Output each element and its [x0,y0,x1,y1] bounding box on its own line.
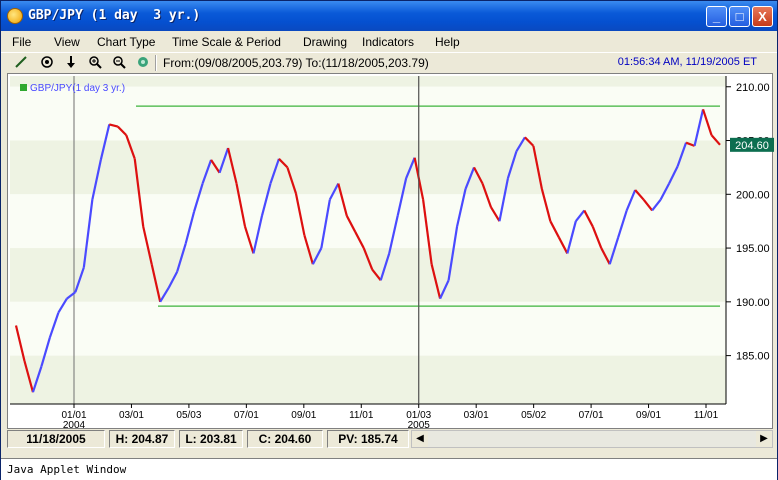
menu-indicators[interactable]: Indicators [362,35,414,49]
close-button[interactable]: X [752,6,773,27]
applet-footer: Java Applet Window [1,458,777,480]
app-logo-icon [7,8,23,24]
status-date: 11/18/2005 [7,430,105,448]
x-tick-label: 11/01 [349,410,374,421]
minimize-button[interactable]: _ [706,6,727,27]
applet-footer-label: Java Applet Window [7,463,127,476]
legend-label: GBP/JPY(1 day 3 yr.) [30,83,125,94]
menu-view[interactable]: View [54,35,80,49]
x-tick-label: 03/01 [119,410,144,421]
scroll-left-button[interactable]: ◀ [412,431,428,447]
y-tick-label: 195.00 [736,243,770,255]
menu-file[interactable]: File [12,35,31,49]
range-readout: From:(09/08/2005,203.79) To:(11/18/2005,… [163,56,429,70]
menu-chart-type[interactable]: Chart Type [97,35,155,49]
maximize-button[interactable]: □ [729,6,750,27]
status-close: C: 204.60 [247,430,323,448]
price-chart[interactable]: 210.00205.00200.00195.00190.00185.0001/0… [8,74,774,430]
legend-swatch [20,84,27,91]
zoom-in-icon[interactable] [87,55,103,71]
menu-bar: File View Chart Type Time Scale & Period… [1,32,777,52]
window-title: GBP/JPY (1 day 3 yr.) [28,8,201,23]
price-band [10,140,726,195]
toolbar-separator [155,55,157,71]
status-high: H: 204.87 [109,430,175,448]
title-bar[interactable]: GBP/JPY (1 day 3 yr.) _ □ X [1,1,777,31]
chart-panel[interactable]: 210.00205.00200.00195.00190.00185.0001/0… [7,73,774,430]
x-tick-label: 07/01 [234,410,259,421]
x-tick-label: 05/03 [176,410,201,421]
hand-icon[interactable] [135,55,151,71]
status-pv: PV: 185.74 [327,430,409,448]
x-tick-label: 09/01 [636,410,661,421]
price-band [10,86,726,141]
year-label: 2004 [63,420,86,430]
y-tick-label: 210.00 [736,82,770,94]
status-bar: 11/18/2005 H: 204.87 L: 203.81 C: 204.60… [7,430,777,448]
price-band [10,194,726,249]
zoom-out-icon[interactable] [111,55,127,71]
x-tick-label: 11/01 [694,410,719,421]
current-price-label: 204.60 [735,140,769,152]
menu-help[interactable]: Help [435,35,460,49]
clock-readout: 01:56:34 AM, 11/19/2005 ET [617,56,757,68]
horizontal-scrollbar[interactable]: ◀ ▶ [411,430,773,448]
line-tool-icon[interactable] [13,55,29,71]
target-tool-icon[interactable] [39,55,55,71]
x-tick-label: 07/01 [579,410,604,421]
y-tick-label: 200.00 [736,189,770,201]
price-band [10,301,726,356]
down-arrow-icon[interactable] [63,55,79,71]
toolbar: From:(09/08/2005,203.79) To:(11/18/2005,… [1,52,777,72]
y-tick-label: 185.00 [736,351,770,363]
y-tick-label: 190.00 [736,297,770,309]
status-low: L: 203.81 [179,430,243,448]
x-tick-label: 05/02 [521,410,546,421]
year-label: 2005 [408,420,431,430]
menu-time-scale[interactable]: Time Scale & Period [172,35,281,49]
x-tick-label: 03/01 [464,410,489,421]
x-tick-label: 09/01 [291,410,316,421]
scroll-right-button[interactable]: ▶ [756,431,772,447]
price-band [10,355,726,404]
menu-drawing[interactable]: Drawing [303,35,347,49]
applet-window: GBP/JPY (1 day 3 yr.) _ □ X File View Ch… [0,0,778,480]
